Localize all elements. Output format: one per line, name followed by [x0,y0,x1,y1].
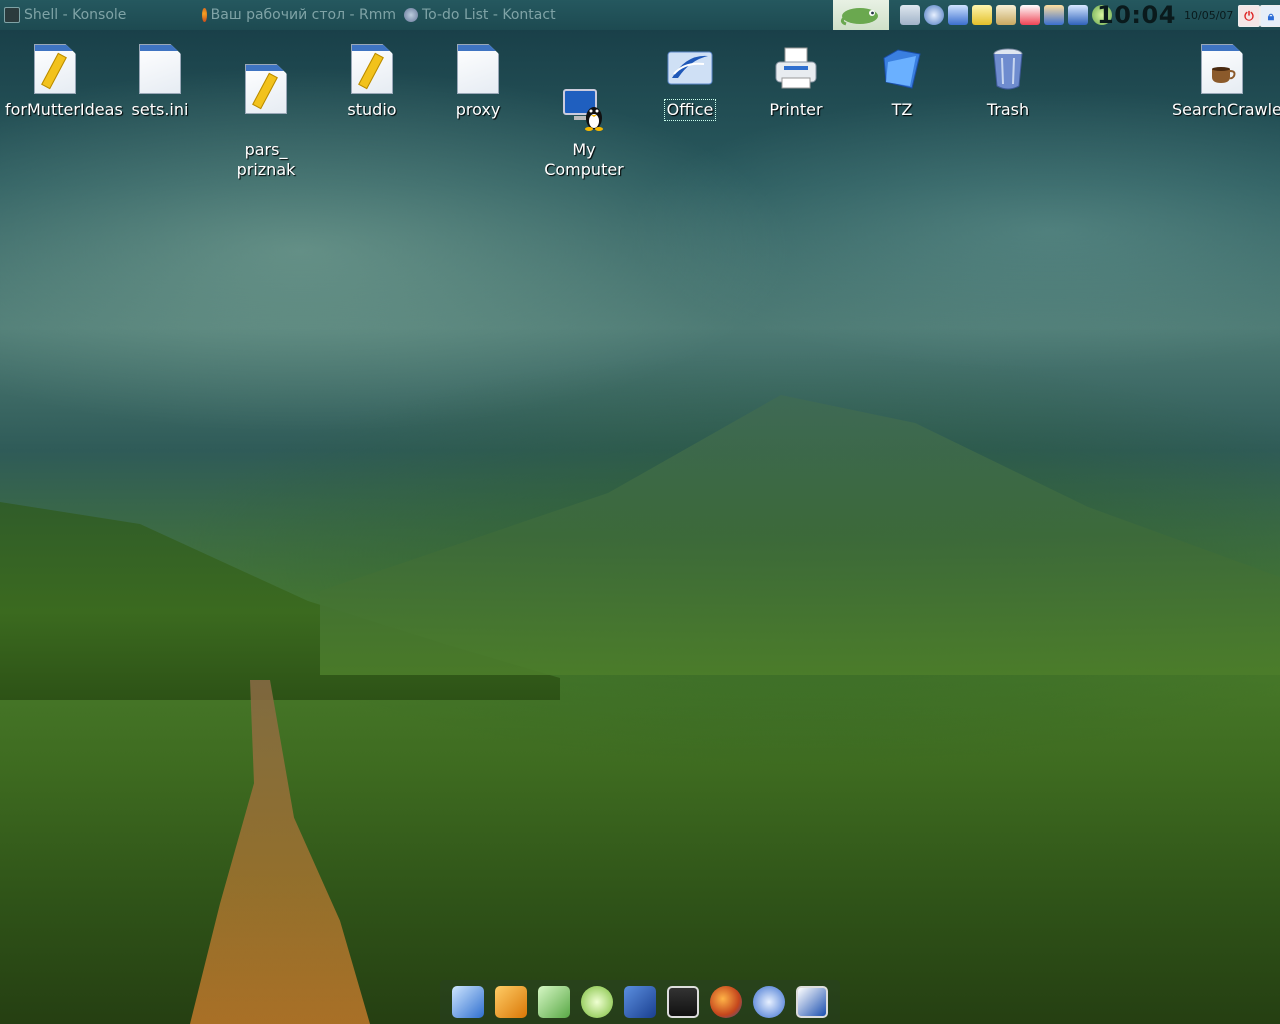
desktop-icon-label: pars_ priznak [236,140,296,179]
folder-icon [878,44,926,96]
trash-icon [984,44,1032,96]
desktop-icon-studio[interactable]: studio [322,44,422,120]
top-panel: Shell - Konsole Ваш рабочий стол - Rmm T… [0,0,1280,30]
kde-write-icon[interactable] [451,986,484,1018]
wallpaper-mountain [320,395,1280,675]
logout-button[interactable]: ⏻ [1238,5,1260,27]
lock-icon: 🔒︎ [1267,8,1275,23]
date: 10/05/07 [1184,8,1234,22]
update-icon[interactable] [580,986,613,1018]
desktop-icon-label: SearchCrawler.java [1172,100,1280,119]
taskbar-item-label: Ваш рабочий стол - Rmm [210,7,396,23]
network-icon[interactable] [948,5,968,25]
volume-icon[interactable] [900,5,920,25]
power-icon: ⏻ [1244,8,1254,23]
system-tray [900,5,1112,25]
text-file-icon [348,44,396,96]
ide-icon[interactable] [796,986,829,1018]
desktop-icon-office[interactable]: Office [640,44,740,121]
printer-icon [772,44,820,96]
text-file-icon [454,44,502,96]
java-file-icon [1198,44,1246,96]
desktop-icon-label: studio [347,100,397,119]
konsole-icon [4,7,20,23]
desktop-icon-label: forMutterIdeas [5,100,123,119]
desktop-icon-label: proxy [455,100,501,119]
kde-gear-icon[interactable] [623,986,656,1018]
suse-gecko-icon [840,8,878,26]
firefox-icon[interactable] [710,986,743,1018]
desktop-icon-label: Trash [986,100,1030,119]
my-computer-icon [560,64,608,131]
desktop-icon-pars-priznak[interactable]: pars_ priznak [216,44,316,200]
text-file-icon [31,44,79,96]
terminal-icon[interactable] [667,986,700,1018]
kontact-icon [404,8,418,22]
taskbar-item-konsole[interactable]: Shell - Konsole [4,0,194,30]
notes-icon[interactable] [972,5,992,25]
calendar-icon[interactable] [1020,5,1040,25]
desktop-icon-printer[interactable]: Printer [746,44,846,120]
desktop-icon-label: sets.ini [131,100,189,119]
taskbar-item-firefox[interactable]: Ваш рабочий стол - Rmm [202,0,396,30]
application-launcher-button[interactable] [833,0,889,30]
desktop-icon-trash[interactable]: Trash [958,44,1058,120]
clock[interactable]: 10:04 [1097,0,1176,30]
user-icon[interactable] [1044,5,1064,25]
text-file-icon [136,44,184,96]
desktop-icon-formutterideas[interactable]: forMutterIdeas [5,44,123,120]
office-icon [666,44,714,96]
network-globe-icon[interactable] [924,5,944,25]
box-icon[interactable] [494,986,527,1018]
wallpaper-path [190,680,370,1024]
desktop-icon-sets-ini[interactable]: sets.ini [110,44,210,120]
firefox-icon [202,8,207,22]
network-manager-icon[interactable] [1068,5,1088,25]
desktop-icon-searchcrawler-java[interactable]: SearchCrawler.java [1172,44,1280,120]
desktop-icon-label: Printer [769,100,823,119]
calculator-icon[interactable] [537,986,570,1018]
network-globe-icon[interactable] [753,986,786,1018]
desktop-icon-proxy[interactable]: proxy [428,44,528,120]
desktop-icon-tz[interactable]: TZ [852,44,952,120]
text-file-icon [242,64,290,116]
lock-button[interactable]: 🔒︎ [1260,5,1280,27]
taskbar-item-kontact[interactable]: To-do List - Kontact [404,0,564,30]
desktop-icon-my-computer[interactable]: My Computer [534,44,634,200]
bottom-dock [440,980,840,1024]
desktop-icon-label: Office [663,99,717,121]
clipboard-icon[interactable] [996,5,1016,25]
desktop-icon-label: My Computer [544,140,624,179]
taskbar-item-label: Shell - Konsole [24,7,127,23]
desktop-icon-label: TZ [891,100,913,119]
taskbar-item-label: To-do List - Kontact [422,7,556,23]
